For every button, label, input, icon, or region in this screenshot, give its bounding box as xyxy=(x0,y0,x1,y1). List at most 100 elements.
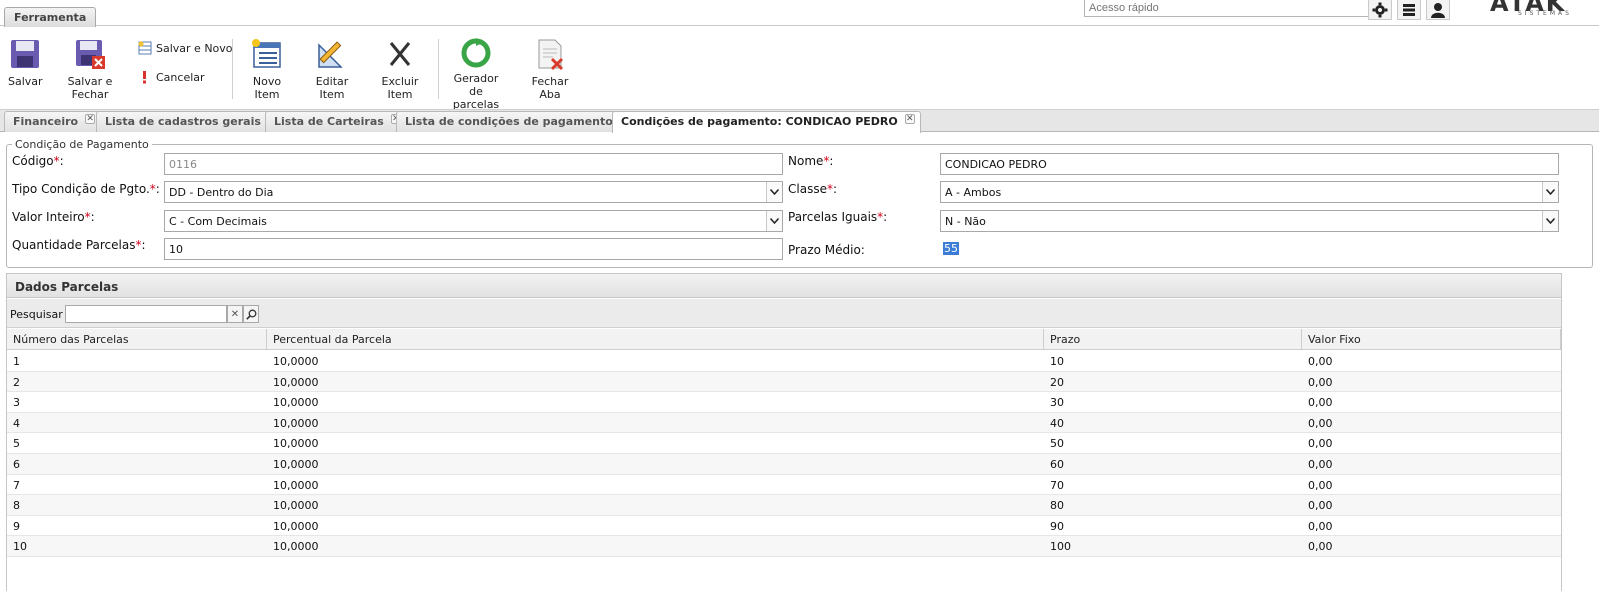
new-item-button[interactable]: Novo Item xyxy=(240,37,294,101)
cell-numero: 8 xyxy=(13,499,20,513)
quick-access-input[interactable] xyxy=(1084,0,1384,17)
atak-logo: ATAK SISTEMAS xyxy=(1490,0,1572,17)
toolbar-separator xyxy=(232,39,233,99)
delete-item-button[interactable]: Excluir Item xyxy=(370,37,430,101)
tab-label: Condições de pagamento: CONDICAO PEDRO xyxy=(621,115,898,128)
nome-field[interactable]: CONDICAO PEDRO xyxy=(940,153,1559,175)
ribbon-tab-ferramenta[interactable]: Ferramenta xyxy=(4,7,97,27)
cell-numero: 6 xyxy=(13,457,20,471)
table-row[interactable]: 6 10,0000 60 0,00 xyxy=(7,453,1561,475)
column-header-prazo[interactable]: Prazo xyxy=(1044,329,1302,350)
codigo-label: Código*: xyxy=(12,154,64,168)
column-header-valor-fixo[interactable]: Valor Fixo xyxy=(1302,329,1561,350)
document-close-icon xyxy=(538,39,564,71)
gear-icon[interactable] xyxy=(1368,0,1392,20)
table-row[interactable]: 2 10,0000 20 0,00 xyxy=(7,371,1561,393)
cell-percentual: 10,0000 xyxy=(273,519,319,533)
classe-value: A - Ambos xyxy=(945,186,1002,199)
cell-percentual: 10,0000 xyxy=(273,499,319,513)
save-button[interactable]: Salvar xyxy=(8,37,43,88)
cell-valor-fixo: 0,00 xyxy=(1308,416,1333,430)
cell-percentual: 10,0000 xyxy=(273,396,319,410)
cell-prazo: 60 xyxy=(1050,457,1064,471)
save-label: Salvar xyxy=(8,75,43,88)
cell-prazo: 100 xyxy=(1050,540,1071,554)
valor-inteiro-label: Valor Inteiro*: xyxy=(12,210,95,224)
valor-inteiro-select[interactable]: C - Com Decimais xyxy=(164,210,783,232)
prazo-medio-value: 55 xyxy=(943,242,959,255)
tab-lista-carteiras[interactable]: Lista de Carteiras ✕ xyxy=(265,111,407,132)
table-row[interactable]: 1 10,0000 10 0,00 xyxy=(7,351,1561,372)
quantidade-parcelas-label: Quantidade Parcelas*: xyxy=(12,238,146,252)
parcelas-iguais-select[interactable]: N - Não xyxy=(940,210,1559,232)
cell-numero: 7 xyxy=(13,478,20,492)
tipo-condicao-select[interactable]: DD - Dentro do Dia xyxy=(164,181,783,203)
cell-valor-fixo: 0,00 xyxy=(1308,478,1333,492)
tipo-condicao-value: DD - Dentro do Dia xyxy=(169,186,274,199)
cell-valor-fixo: 0,00 xyxy=(1308,437,1333,451)
table-row[interactable]: 8 10,0000 80 0,00 xyxy=(7,495,1561,516)
edit-item-label: Editar Item xyxy=(315,75,349,101)
cell-numero: 10 xyxy=(13,540,27,554)
cancel-button[interactable]: Cancelar xyxy=(138,70,205,84)
chevron-down-icon[interactable] xyxy=(1542,211,1558,231)
installment-generator-label-1: Gerador xyxy=(453,72,499,85)
cell-valor-fixo: 0,00 xyxy=(1308,540,1333,554)
close-icon[interactable]: ✕ xyxy=(904,114,915,124)
cell-percentual: 10,0000 xyxy=(273,437,319,451)
table-row[interactable]: 7 10,0000 70 0,00 xyxy=(7,475,1561,496)
codigo-field[interactable]: 0116 xyxy=(164,153,783,175)
classe-select[interactable]: A - Ambos xyxy=(940,181,1559,203)
close-tab-button[interactable]: Fechar Aba xyxy=(520,37,580,101)
tab-label: Financeiro xyxy=(13,115,79,128)
close-icon[interactable]: ✕ xyxy=(85,114,96,124)
search-input[interactable] xyxy=(65,305,227,323)
classe-label: Classe*: xyxy=(788,182,837,196)
prazo-medio-label: Prazo Médio: xyxy=(788,243,865,257)
table-row[interactable]: 9 10,0000 90 0,00 xyxy=(7,516,1561,537)
chevron-down-icon[interactable] xyxy=(766,182,782,202)
table-row[interactable]: 3 10,0000 30 0,00 xyxy=(7,392,1561,413)
cell-prazo: 10 xyxy=(1050,355,1064,368)
table-row[interactable]: 4 10,0000 40 0,00 xyxy=(7,412,1561,434)
table-row[interactable]: 5 10,0000 50 0,00 xyxy=(7,433,1561,454)
column-header-numero[interactable]: Número das Parcelas xyxy=(7,329,267,350)
tab-lista-condicoes-pagamento[interactable]: Lista de condições de pagamento ✕ xyxy=(396,111,636,132)
cell-percentual: 10,0000 xyxy=(273,375,319,389)
clear-search-icon[interactable]: ✕ xyxy=(227,305,243,323)
tab-condicoes-pagamento-pedro[interactable]: Condições de pagamento: CONDICAO PEDRO ✕ xyxy=(612,111,921,133)
table-row[interactable]: 10 10,0000 100 0,00 xyxy=(7,536,1561,557)
cell-percentual: 10,0000 xyxy=(273,416,319,430)
user-icon[interactable] xyxy=(1426,0,1450,20)
search-label: Pesquisar xyxy=(10,308,63,321)
column-header-percentual[interactable]: Percentual da Parcela xyxy=(267,329,1044,350)
floppy-close-icon xyxy=(76,40,105,69)
tab-lista-cadastros-gerais[interactable]: Lista de cadastros gerais ✕ xyxy=(96,111,284,132)
search-icon[interactable] xyxy=(243,305,259,323)
tab-label: Lista de condições de pagamento xyxy=(405,115,613,128)
cell-valor-fixo: 0,00 xyxy=(1308,396,1333,410)
edit-item-button[interactable]: Editar Item xyxy=(302,37,362,101)
chevron-down-icon[interactable] xyxy=(1542,182,1558,202)
top-bar: Ferramenta ATAK SISTEMAS xyxy=(0,0,1599,27)
grid-search-bar: Pesquisar ✕ xyxy=(7,299,1561,328)
cell-prazo: 80 xyxy=(1050,499,1064,513)
cell-numero: 1 xyxy=(13,355,20,368)
cell-prazo: 50 xyxy=(1050,437,1064,451)
save-close-button[interactable]: Salvar e Fechar xyxy=(52,37,128,101)
installment-generator-button[interactable]: Gerador de parcelas xyxy=(446,36,506,111)
cell-percentual: 10,0000 xyxy=(273,355,319,368)
tab-financeiro[interactable]: Financeiro ✕ xyxy=(4,111,102,132)
cell-prazo: 20 xyxy=(1050,375,1064,389)
chevron-down-icon[interactable] xyxy=(766,211,782,231)
quantidade-parcelas-field[interactable]: 10 xyxy=(164,238,783,260)
cancel-label: Cancelar xyxy=(156,70,205,84)
cell-prazo: 40 xyxy=(1050,416,1064,430)
tab-strip: Financeiro ✕ Lista de cadastros gerais ✕… xyxy=(0,109,1599,133)
close-tab-label: Fechar Aba xyxy=(531,75,569,101)
tipo-condicao-label: Tipo Condição de Pgto.*: xyxy=(12,182,160,196)
nome-label: Nome*: xyxy=(788,154,834,168)
save-new-button[interactable]: Salvar e Novo xyxy=(138,41,233,55)
new-item-icon xyxy=(252,39,281,68)
menu-icon[interactable] xyxy=(1397,0,1421,20)
